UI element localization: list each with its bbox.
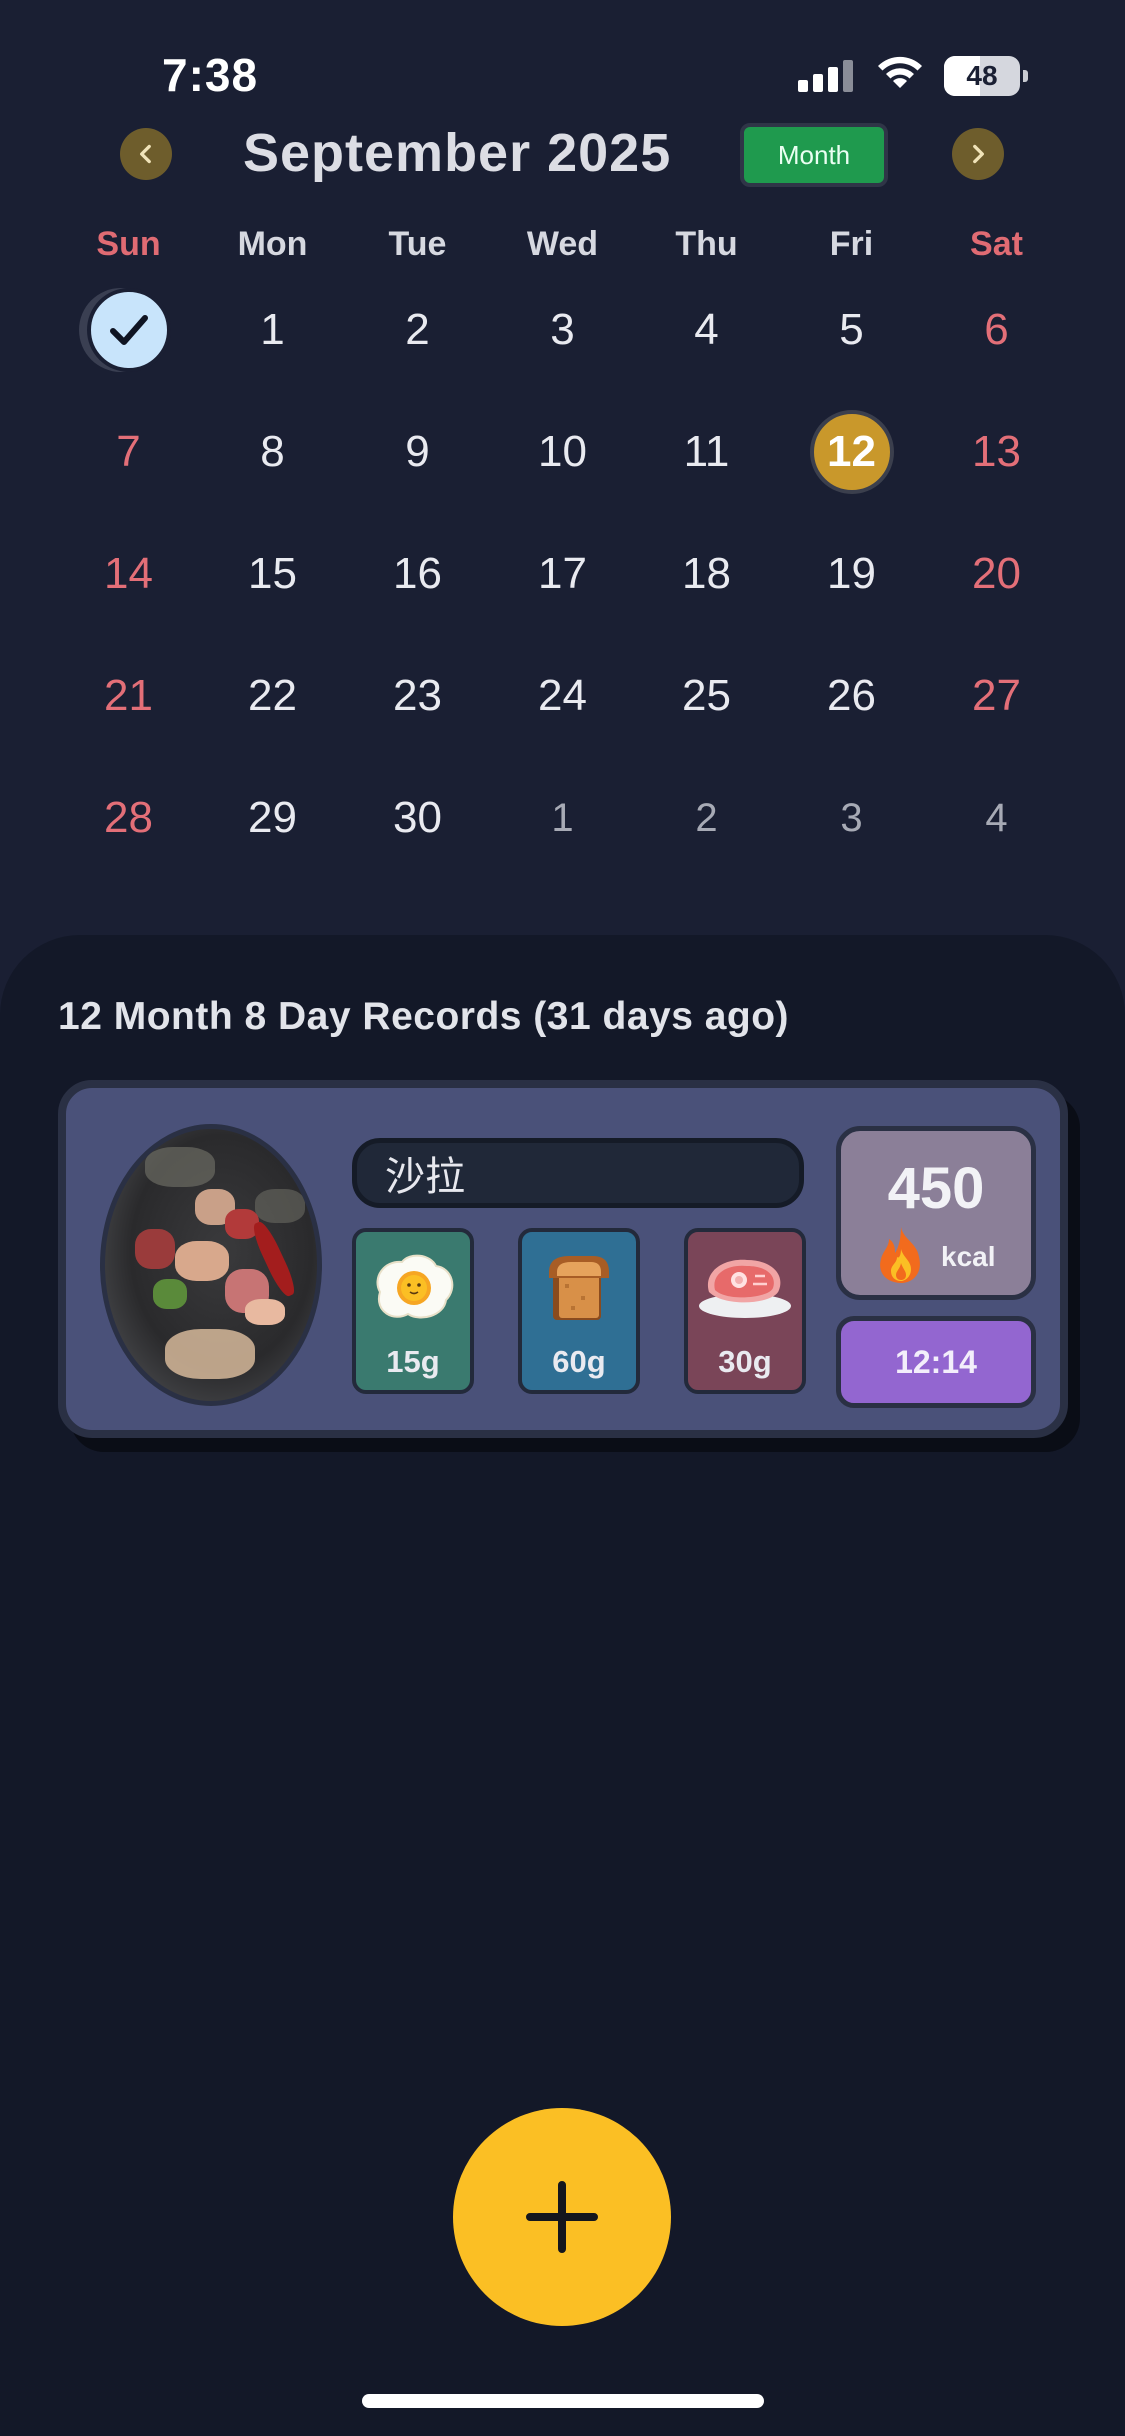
day-cell[interactable]: 18 <box>634 524 779 624</box>
meal-time-button[interactable]: 12:14 <box>836 1316 1036 1408</box>
day-cell[interactable]: 15 <box>200 524 345 624</box>
day-cell-next-month[interactable]: 3 <box>779 768 924 868</box>
weekday-mon: Mon <box>237 225 308 263</box>
day-cell[interactable]: 3 <box>490 280 635 380</box>
bread-icon <box>522 1246 636 1330</box>
day-cell[interactable]: 11 <box>634 402 779 502</box>
day-cell[interactable]: 1 <box>200 280 345 380</box>
cellular-signal-icon <box>798 60 856 92</box>
weekday-wed: Wed <box>526 225 599 263</box>
add-record-button[interactable] <box>453 2108 671 2326</box>
weekday-fri: Fri <box>829 225 874 263</box>
day-cell-selected[interactable]: 12 <box>779 402 924 502</box>
meal-record-card[interactable]: 沙拉 15g 60g 30g 450 kcal 12:14 <box>58 1080 1080 1452</box>
calories-unit: kcal <box>941 1241 996 1272</box>
food-photo[interactable] <box>100 1124 322 1406</box>
calories-value: 450 <box>887 1156 985 1221</box>
day-cell[interactable]: 19 <box>779 524 924 624</box>
day-cell[interactable]: 2 <box>345 280 490 380</box>
weekday-sat: Sat <box>970 225 1023 263</box>
day-cell[interactable]: 29 <box>200 768 345 868</box>
chevron-left-icon <box>140 144 151 164</box>
day-cell[interactable]: 16 <box>345 524 490 624</box>
day-cell[interactable]: 7 <box>56 402 201 502</box>
day-cell-next-month[interactable]: 1 <box>490 768 635 868</box>
flame-icon <box>873 1225 929 1285</box>
previous-month-button[interactable] <box>120 128 172 180</box>
app-screen: 7:38 48 September 2025 Month Sun Mon Tue… <box>0 0 1125 2436</box>
day-cell[interactable]: 20 <box>924 524 1069 624</box>
view-mode-toggle[interactable]: Month <box>740 123 888 187</box>
logged-day-marker <box>78 288 179 372</box>
battery-level: 48 <box>966 60 998 91</box>
day-cell[interactable]: 26 <box>779 646 924 746</box>
day-cell[interactable]: 9 <box>345 402 490 502</box>
calendar-header: September 2025 Month <box>0 118 1125 188</box>
day-cell[interactable]: 23 <box>345 646 490 746</box>
calendar-grid: 1 2 3 4 5 6 7 8 9 10 11 12 13 14 15 16 17 18 19 20 21 22 23 24 2… <box>0 280 1125 842</box>
day-cell[interactable]: 30 <box>345 768 490 868</box>
carbs-value: 60g <box>552 1344 606 1379</box>
day-cell-next-month[interactable]: 4 <box>924 768 1069 868</box>
wifi-icon <box>874 54 926 97</box>
day-cell-checked[interactable] <box>56 280 201 380</box>
meal-card-body: 沙拉 15g 60g 30g 450 kcal 12:14 <box>58 1080 1068 1438</box>
weekday-thu: Thu <box>675 225 738 263</box>
day-cell[interactable]: 28 <box>56 768 201 868</box>
battery-icon: 48 <box>944 56 1028 96</box>
day-cell[interactable]: 21 <box>56 646 201 746</box>
weekday-header-row: Sun Mon Tue Wed Thu Fri Sat <box>0 225 1125 275</box>
steak-icon <box>688 1246 802 1330</box>
day-cell[interactable]: 4 <box>634 280 779 380</box>
selected-day-label: 12 <box>809 410 894 494</box>
fat-value: 30g <box>718 1344 772 1379</box>
weekday-sun: Sun <box>96 225 161 263</box>
home-indicator[interactable] <box>362 2394 764 2408</box>
month-title: September 2025 <box>243 123 672 183</box>
day-cell[interactable]: 17 <box>490 524 635 624</box>
checkmark-icon <box>109 315 148 345</box>
day-cell[interactable]: 10 <box>490 402 635 502</box>
day-cell[interactable]: 5 <box>779 280 924 380</box>
status-time: 7:38 <box>162 49 259 101</box>
records-title: 12 Month 8 Day Records (31 days ago) <box>58 995 790 1038</box>
day-cell[interactable]: 24 <box>490 646 635 746</box>
day-cell-next-month[interactable]: 2 <box>634 768 779 868</box>
day-cell[interactable]: 6 <box>924 280 1069 380</box>
day-cell[interactable]: 14 <box>56 524 201 624</box>
weekday-tue: Tue <box>388 225 447 263</box>
fat-badge: 30g <box>684 1228 806 1394</box>
calories-box: 450 kcal <box>836 1126 1036 1300</box>
chevron-right-icon <box>973 144 984 164</box>
day-cell[interactable]: 27 <box>924 646 1069 746</box>
plus-icon <box>526 2181 598 2253</box>
protein-value: 15g <box>386 1344 440 1379</box>
protein-badge: 15g <box>352 1228 474 1394</box>
day-cell[interactable]: 22 <box>200 646 345 746</box>
day-cell[interactable]: 25 <box>634 646 779 746</box>
day-cell[interactable]: 13 <box>924 402 1069 502</box>
next-month-button[interactable] <box>952 128 1004 180</box>
day-cell[interactable]: 8 <box>200 402 345 502</box>
fried-egg-icon <box>356 1246 470 1330</box>
carbs-badge: 60g <box>518 1228 640 1394</box>
food-name[interactable]: 沙拉 <box>352 1138 804 1208</box>
